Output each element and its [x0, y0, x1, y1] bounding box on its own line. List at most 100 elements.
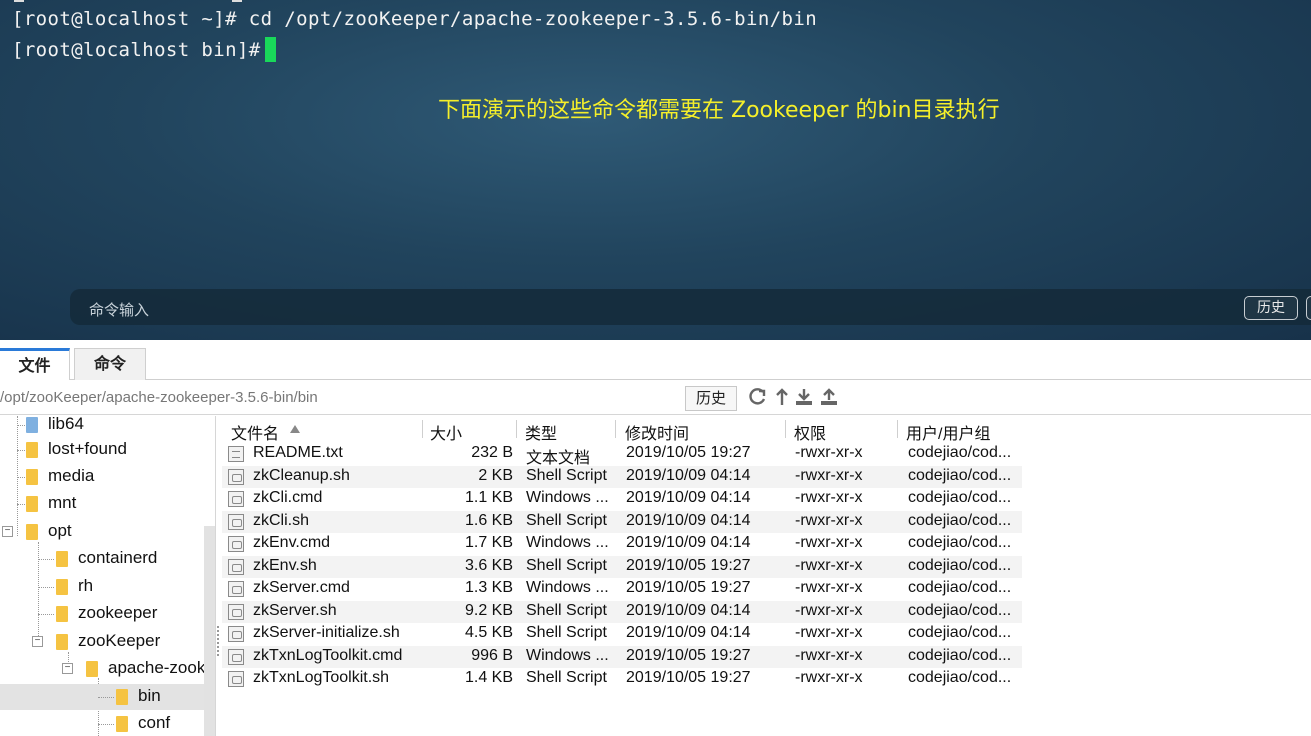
file-row[interactable]: zkEnv.cmd 1.7 KB Windows ... 2019/10/09 04:…: [222, 533, 1022, 556]
file-owner: codejiao/cod...: [908, 489, 1012, 506]
bottom-tab-bar: 文件 命令: [0, 342, 1311, 380]
collapse-icon[interactable]: −: [2, 526, 13, 537]
tab-commands[interactable]: 命令: [74, 348, 146, 380]
tree-item-media[interactable]: media: [0, 464, 204, 490]
file-owner: codejiao/cod...: [908, 556, 1012, 574]
column-header-type[interactable]: 类型: [525, 420, 557, 444]
file-name: zkEnv.sh: [253, 556, 317, 574]
refresh-icon[interactable]: [748, 387, 768, 407]
file-row[interactable]: zkCleanup.sh 2 KB Shell Script 2019/10/09 0…: [222, 465, 1022, 488]
file-permissions: -rwxr-xr-x: [795, 444, 863, 461]
collapse-icon[interactable]: −: [62, 663, 73, 674]
file-name: zkServer.cmd: [253, 579, 350, 596]
script-file-icon: [228, 558, 244, 575]
file-row[interactable]: zkCli.cmd 1.1 KB Windows ... 2019/10/09 04:…: [222, 488, 1022, 511]
terminal-pane[interactable]: [root@localhost ~]# cd /opt/zooKeeper/ap…: [0, 0, 1311, 340]
annotation-text: 下面演示的这些命令都需要在 Zookeeper 的bin目录执行: [438, 98, 1000, 123]
file-row[interactable]: zkTxnLogToolkit.cmd 996 B Windows ... 2019/…: [222, 645, 1022, 668]
file-modified: 2019/10/05 19:27: [626, 556, 751, 574]
tree-splitter-handle[interactable]: [217, 626, 220, 656]
file-list: 文件名 大小 类型 修改时间 权限 用户/用户组 README.txt 232 B…: [222, 416, 1311, 736]
tree-item-zooKeeper[interactable]: − zooKeeper: [0, 629, 204, 655]
column-header-owner[interactable]: 用户/用户组: [906, 420, 990, 444]
up-icon[interactable]: [772, 387, 792, 407]
file-permissions: -rwxr-xr-x: [795, 489, 863, 506]
file-modified: 2019/10/09 04:14: [626, 511, 751, 529]
file-permissions: -rwxr-xr-x: [795, 511, 863, 529]
collapse-icon[interactable]: −: [32, 636, 43, 647]
sort-ascending-icon: [290, 425, 300, 433]
folder-icon: [26, 469, 38, 485]
tree-item-rh[interactable]: rh: [0, 574, 204, 600]
file-row[interactable]: README.txt 232 B 文本文档 2019/10/05 19:27 -rwxr…: [222, 443, 1022, 467]
tree-item-bin[interactable]: bin: [0, 684, 204, 710]
file-type: Windows ...: [526, 534, 609, 551]
file-modified: 2019/10/09 04:14: [626, 489, 751, 506]
tree-item-mnt[interactable]: mnt: [0, 491, 204, 517]
pane-splitter-handle[interactable]: · · · · ·: [800, 337, 838, 340]
file-owner: codejiao/cod...: [908, 511, 1012, 529]
file-modified: 2019/10/05 19:27: [626, 669, 751, 686]
file-modified: 2019/10/09 04:14: [626, 601, 751, 619]
tree-scrollbar[interactable]: [204, 526, 215, 736]
file-modified: 2019/10/09 04:14: [626, 466, 751, 484]
column-header-size[interactable]: 大小: [430, 420, 462, 444]
tree-item-containerd[interactable]: containerd: [0, 546, 204, 572]
path-history-button[interactable]: 历史: [685, 386, 737, 411]
file-size: 996 B: [471, 646, 513, 664]
file-size: 2 KB: [478, 466, 513, 484]
upload-icon[interactable]: [819, 387, 839, 407]
folder-icon: [26, 524, 38, 540]
column-header-permissions[interactable]: 权限: [794, 420, 826, 444]
file-type: Shell Script: [526, 556, 607, 574]
tree-item-opt[interactable]: − opt: [0, 519, 204, 545]
column-header-name[interactable]: 文件名: [231, 420, 279, 444]
file-type: 文本文档: [526, 450, 591, 467]
file-name: zkTxnLogToolkit.sh: [253, 669, 390, 686]
file-name: zkEnv.cmd: [253, 534, 331, 551]
file-row[interactable]: zkEnv.sh 3.6 KB Shell Script 2019/10/05 19:…: [222, 555, 1022, 578]
tree-item-conf[interactable]: conf: [0, 711, 204, 736]
tab-files[interactable]: 文件: [0, 348, 70, 380]
tree-item-lib64[interactable]: lib64: [0, 416, 204, 438]
file-type: Shell Script: [526, 624, 607, 641]
file-permissions: -rwxr-xr-x: [795, 534, 863, 551]
file-owner: codejiao/cod...: [908, 466, 1012, 484]
folder-icon: [116, 716, 128, 732]
file-name: zkCli.cmd: [253, 489, 323, 506]
file-row[interactable]: zkServer.cmd 1.3 KB Windows ... 2019/10/05 …: [222, 578, 1022, 601]
file-size: 232 B: [471, 444, 513, 461]
path-input[interactable]: /opt/zooKeeper/apache-zookeeper-3.5.6-bi…: [0, 389, 318, 406]
terminal-cursor: [264, 37, 276, 62]
tree-item-lost-found[interactable]: lost+found: [0, 437, 204, 463]
tree-item-apache-zookeeper[interactable]: − apache-zook: [0, 656, 205, 682]
folder-icon: [56, 551, 68, 567]
file-row[interactable]: zkServer.sh 9.2 KB Shell Script 2019/10/09 …: [222, 600, 1022, 623]
script-file-icon: [228, 671, 244, 687]
file-owner: codejiao/cod...: [908, 601, 1012, 619]
download-icon[interactable]: [794, 387, 814, 407]
file-row[interactable]: zkServer-initialize.sh 4.5 KB Shell Script…: [222, 623, 1022, 646]
script-file-icon: [228, 468, 244, 485]
terminal-prompt: [root@localhost bin]#: [12, 39, 261, 61]
file-name: zkTxnLogToolkit.cmd: [253, 646, 403, 664]
script-file-icon: [228, 603, 244, 620]
file-modified: 2019/10/09 04:14: [626, 534, 751, 551]
file-type: Shell Script: [526, 669, 607, 686]
file-permissions: -rwxr-xr-x: [795, 624, 863, 641]
file-row[interactable]: zkCli.sh 1.6 KB Shell Script 2019/10/09 04:…: [222, 510, 1022, 533]
command-input-placeholder[interactable]: 命令输入: [89, 299, 149, 320]
script-file-icon: [228, 513, 244, 530]
script-file-icon: [228, 626, 244, 642]
file-row[interactable]: zkTxnLogToolkit.sh 1.4 KB Shell Script 2019…: [222, 668, 1022, 691]
file-size: 3.6 KB: [464, 556, 513, 574]
file-permissions: -rwxr-xr-x: [795, 466, 863, 484]
tree-item-zookeeper[interactable]: zookeeper: [0, 601, 204, 627]
folder-icon: [26, 496, 38, 512]
terminal-prev-line-fragment: [232, 0, 242, 2]
command-extra-button[interactable]: [1306, 296, 1311, 320]
file-owner: codejiao/cod...: [908, 579, 1012, 596]
command-input-bar[interactable]: 命令输入 历史: [70, 289, 1311, 325]
command-history-button[interactable]: 历史: [1244, 296, 1298, 320]
column-header-modified[interactable]: 修改时间: [625, 420, 689, 444]
